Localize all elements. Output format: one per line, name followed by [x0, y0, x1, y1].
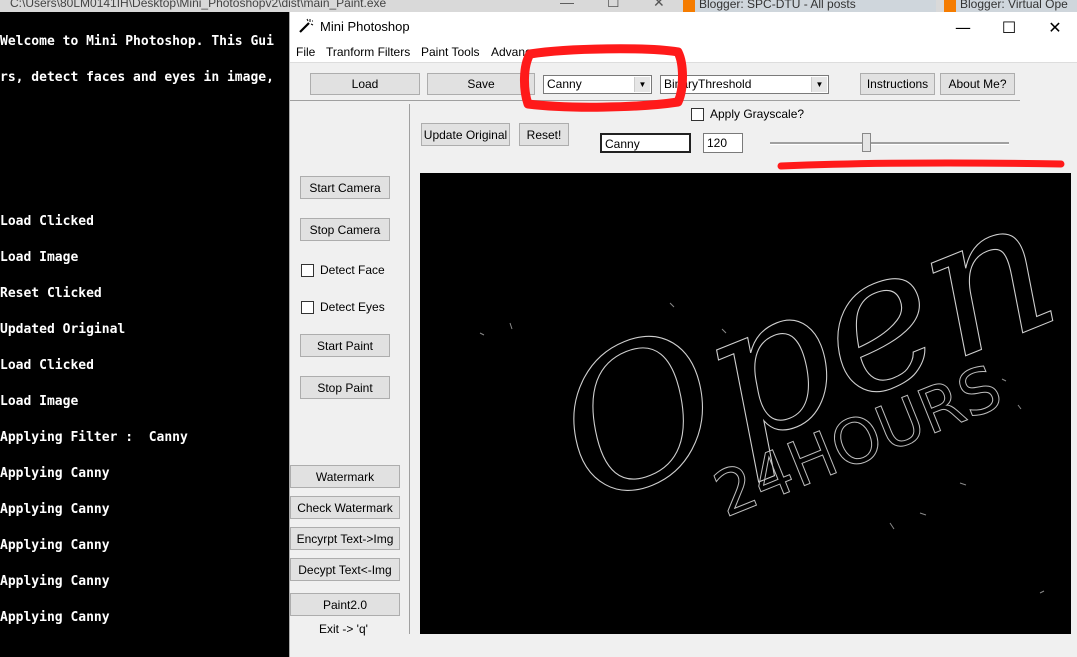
- console-output: Welcome to Mini Photoshop. This Gui rs, …: [0, 12, 290, 657]
- blogger-icon: [944, 0, 956, 12]
- console-line: Load Clicked: [0, 214, 94, 229]
- console-line: Applying Canny: [0, 574, 110, 589]
- minimize-button[interactable]: —: [940, 12, 986, 42]
- stop-paint-button[interactable]: Stop Paint: [300, 376, 390, 399]
- exit-hint: Exit -> 'q': [319, 622, 368, 636]
- chevron-down-icon: ▼: [634, 77, 650, 92]
- console-line: Load Clicked: [0, 358, 94, 373]
- menu-bar: File Tranform Filters Paint Tools Advanc: [290, 42, 1077, 63]
- console-line: Applying Canny: [0, 610, 110, 625]
- threshold-select-value: BinaryThreshold: [664, 77, 752, 91]
- title-bar[interactable]: Mini Photoshop — ☐ ✕: [290, 12, 1077, 42]
- sidebar-divider: [409, 104, 410, 634]
- console-maximize-icon[interactable]: ☐: [607, 0, 620, 11]
- apply-grayscale-checkbox[interactable]: Apply Grayscale?: [691, 107, 804, 121]
- detect-eyes-checkbox[interactable]: Detect Eyes: [301, 300, 385, 314]
- console-line: Load Image: [0, 394, 79, 409]
- paint2-button[interactable]: Paint2.0: [290, 593, 400, 616]
- watermark-button[interactable]: Watermark: [290, 465, 400, 488]
- reset-button[interactable]: Reset!: [519, 123, 569, 146]
- filter-select-value: Canny: [547, 77, 582, 91]
- filter-select[interactable]: Canny ▼: [543, 75, 652, 94]
- console-line: Applying Canny: [0, 466, 110, 481]
- filter-name-field[interactable]: Canny: [600, 133, 691, 153]
- start-camera-button[interactable]: Start Camera: [300, 176, 390, 199]
- console-close-icon[interactable]: ✕: [653, 0, 665, 11]
- instructions-button[interactable]: Instructions: [860, 73, 935, 95]
- toolbar-divider: [290, 100, 1020, 101]
- checkbox-box: [301, 263, 314, 277]
- detect-eyes-label: Detect Eyes: [320, 300, 385, 314]
- console-minimize-icon[interactable]: —: [560, 0, 574, 10]
- value-field[interactable]: 120: [703, 133, 743, 153]
- menu-file[interactable]: File: [296, 45, 315, 59]
- menu-transform-filters[interactable]: Tranform Filters: [326, 45, 410, 59]
- slider-thumb[interactable]: [862, 133, 871, 152]
- menu-advanced[interactable]: Advanc: [491, 45, 531, 59]
- menu-paint-tools[interactable]: Paint Tools: [421, 45, 479, 59]
- check-watermark-button[interactable]: Check Watermark: [290, 496, 400, 519]
- console-line: rs, detect faces and eyes in image,: [0, 70, 274, 85]
- blogger-icon: [683, 0, 695, 12]
- maximize-button[interactable]: ☐: [986, 12, 1032, 42]
- wand-icon: [299, 18, 314, 33]
- console-line: Applying Canny: [0, 502, 110, 517]
- console-window-title: C:\Users\80LM0141IH\Desktop\Mini_Photosh…: [10, 0, 387, 10]
- console-line: Welcome to Mini Photoshop. This Gui: [0, 34, 274, 49]
- detect-face-label: Detect Face: [320, 263, 385, 277]
- chevron-down-icon: ▼: [811, 77, 827, 92]
- window-title: Mini Photoshop: [320, 19, 410, 34]
- about-me-button[interactable]: About Me?: [940, 73, 1015, 95]
- image-canvas[interactable]: Open 24HOURS: [420, 173, 1071, 634]
- load-button[interactable]: Load: [310, 73, 420, 95]
- console-line: Applying Canny: [0, 538, 110, 553]
- apply-grayscale-label: Apply Grayscale?: [710, 107, 805, 121]
- browser-tab-virtual[interactable]: Blogger: Virtual Ope: [944, 0, 1077, 12]
- update-original-button[interactable]: Update Original: [421, 123, 510, 146]
- encrypt-text-button[interactable]: Encyrpt Text->Img: [290, 527, 400, 550]
- checkbox-box: [301, 300, 314, 314]
- console-line: Reset Clicked: [0, 286, 102, 301]
- start-paint-button[interactable]: Start Paint: [300, 334, 390, 357]
- threshold-select[interactable]: BinaryThreshold ▼: [660, 75, 829, 94]
- mini-photoshop-window: Mini Photoshop — ☐ ✕ File Tranform Filte…: [289, 12, 1077, 657]
- checkbox-box: [691, 107, 704, 121]
- console-line: Load Image: [0, 250, 79, 265]
- detect-face-checkbox[interactable]: Detect Face: [301, 263, 385, 277]
- canny-edge-image: Open 24HOURS: [479, 173, 1071, 594]
- slider-track[interactable]: [770, 142, 1009, 145]
- console-line: Updated Original: [0, 322, 126, 337]
- stop-camera-button[interactable]: Stop Camera: [300, 218, 390, 241]
- close-button[interactable]: ✕: [1032, 12, 1077, 42]
- browser-tab-spc[interactable]: Blogger: SPC-DTU - All posts: [683, 0, 936, 12]
- decrypt-text-button[interactable]: Decypt Text<-Img: [290, 558, 400, 581]
- save-button[interactable]: Save: [427, 73, 535, 95]
- console-line: Applying Filter : Canny: [0, 430, 188, 445]
